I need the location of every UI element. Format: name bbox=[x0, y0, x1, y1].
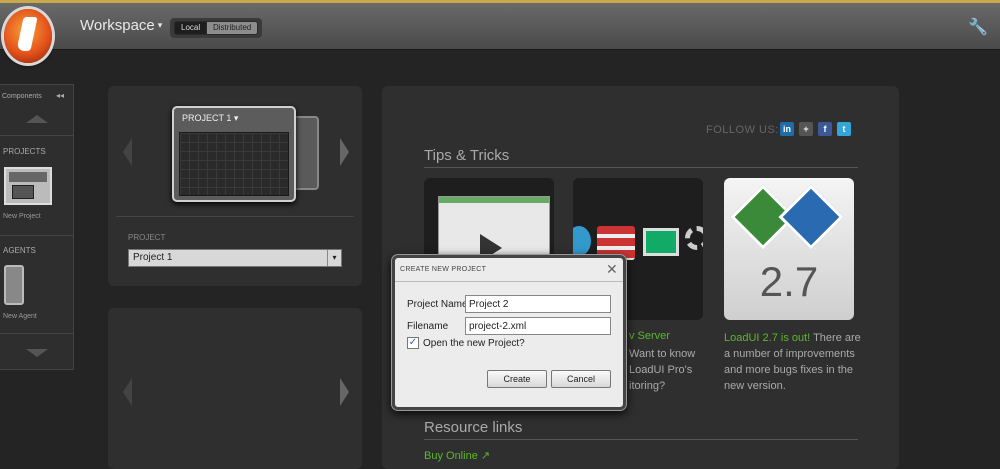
follow-us-label: FOLLOW US: bbox=[706, 124, 779, 136]
project-card[interactable]: PROJECT 1 ▾ bbox=[172, 106, 296, 202]
sidebar-title: Components bbox=[2, 93, 42, 100]
tips-heading: Tips & Tricks bbox=[424, 147, 510, 164]
loadui-mark-right-icon bbox=[778, 184, 844, 250]
mode-local-button[interactable]: Local bbox=[174, 21, 208, 35]
project-name-label: Project Name bbox=[407, 299, 468, 310]
loadui-logo[interactable] bbox=[4, 9, 52, 63]
google-plus-icon[interactable]: + bbox=[799, 122, 813, 136]
screenshot-titlebar bbox=[439, 197, 549, 203]
filename-label: Filename bbox=[407, 321, 449, 332]
mode-distributed-button[interactable]: Distributed bbox=[206, 21, 259, 35]
external-link-icon: ↗ bbox=[480, 450, 491, 462]
facebook-icon[interactable]: f bbox=[818, 122, 832, 136]
tip-line: new version. bbox=[724, 380, 786, 392]
cancel-button[interactable]: Cancel bbox=[551, 370, 611, 388]
project-select-value: Project 1 bbox=[133, 252, 173, 263]
create-project-dialog: CREATE NEW PROJECT ✕ Project Name Filena… bbox=[392, 255, 626, 410]
sidebar-agents-label: AGENTS bbox=[3, 246, 36, 255]
tip-line: and more bugs fixes in the bbox=[724, 364, 854, 376]
new-agent-thumbnail[interactable] bbox=[4, 265, 24, 305]
tips-rule bbox=[424, 167, 858, 168]
dialog-title: CREATE NEW PROJECT bbox=[400, 266, 487, 273]
dialog-divider bbox=[395, 281, 623, 282]
resources-heading: Resource links bbox=[424, 419, 523, 436]
sidebar-projects-label: PROJECTS bbox=[3, 147, 46, 156]
linkedin-icon[interactable]: in bbox=[780, 122, 794, 136]
tip-line: itoring? bbox=[629, 380, 666, 392]
carousel-prev-icon[interactable] bbox=[123, 138, 132, 166]
new-agent-label: New Agent bbox=[3, 313, 37, 320]
tip-line: LoadUI Pro's bbox=[629, 364, 693, 376]
top-toolbar: Workspace ▾ Local Distributed 🔧 bbox=[0, 3, 1000, 63]
thumbnail-box bbox=[12, 185, 34, 199]
buy-online-link[interactable]: Buy Online ↗ bbox=[424, 449, 490, 462]
chevron-down-icon[interactable]: ▾ bbox=[327, 250, 341, 266]
scroll-down-icon[interactable] bbox=[26, 349, 48, 357]
open-project-checkbox[interactable]: ✓ bbox=[407, 337, 419, 349]
sidebar-divider bbox=[0, 333, 74, 334]
create-button[interactable]: Create bbox=[487, 370, 547, 388]
project-card-title[interactable]: PROJECT 1 ▾ bbox=[182, 113, 238, 124]
tip-server-text: Want to know LoadUI Pro's itoring? bbox=[629, 346, 709, 394]
tip-server-title[interactable]: v Server bbox=[629, 330, 670, 342]
project-name-field[interactable] bbox=[465, 295, 611, 313]
carousel-next-icon[interactable] bbox=[340, 138, 349, 166]
filename-field[interactable] bbox=[465, 317, 611, 335]
chevron-down-icon: ▾ bbox=[157, 20, 163, 30]
workspace-label: Workspace bbox=[80, 17, 155, 34]
tip-line-rest: There are bbox=[810, 332, 861, 344]
new-project-thumbnail[interactable] bbox=[4, 167, 52, 205]
carousel-prev-icon[interactable] bbox=[123, 378, 132, 406]
sidebar-divider bbox=[0, 135, 74, 136]
project-canvas-preview bbox=[179, 132, 289, 196]
wrench-icon[interactable]: 🔧 bbox=[968, 17, 988, 37]
tip-line: Want to know bbox=[629, 348, 696, 360]
tip-line: a number of improvements bbox=[724, 348, 855, 360]
project-select[interactable]: Project 1 ▾ bbox=[128, 249, 342, 267]
resources-rule bbox=[424, 439, 858, 440]
gear-icon bbox=[685, 226, 703, 250]
globe-icon bbox=[573, 226, 591, 256]
logo-mark bbox=[16, 17, 38, 51]
release-version: 2.7 bbox=[759, 258, 819, 305]
new-project-label: New Project bbox=[3, 213, 41, 220]
components-sidebar: Components ◂◂ PROJECTS New Project AGENT… bbox=[0, 84, 74, 370]
scroll-up-icon[interactable] bbox=[26, 115, 48, 123]
agent-carousel-panel bbox=[108, 308, 362, 469]
sidebar-divider bbox=[0, 235, 74, 236]
twitter-icon[interactable]: t bbox=[837, 122, 851, 136]
close-icon[interactable]: ✕ bbox=[606, 261, 618, 278]
thumbnail-header bbox=[9, 172, 47, 182]
tip-release-tile[interactable]: 2.7 bbox=[724, 178, 854, 320]
monitor-icon bbox=[643, 228, 679, 256]
release-headline-link[interactable]: LoadUI 2.7 is out! bbox=[724, 332, 810, 344]
carousel-next-icon[interactable] bbox=[340, 378, 349, 406]
tip-release-text: LoadUI 2.7 is out! There are a number of… bbox=[724, 330, 864, 394]
collapse-icon[interactable]: ◂◂ bbox=[56, 91, 64, 100]
panel-divider bbox=[116, 216, 354, 217]
workspace-menu[interactable]: Workspace ▾ bbox=[80, 17, 162, 34]
open-project-label: Open the new Project? bbox=[423, 338, 525, 349]
project-field-label: PROJECT bbox=[128, 233, 166, 242]
tip-line: LoadUI 2.7 is out! There are bbox=[724, 330, 864, 346]
buy-online-label: Buy Online bbox=[424, 450, 478, 462]
